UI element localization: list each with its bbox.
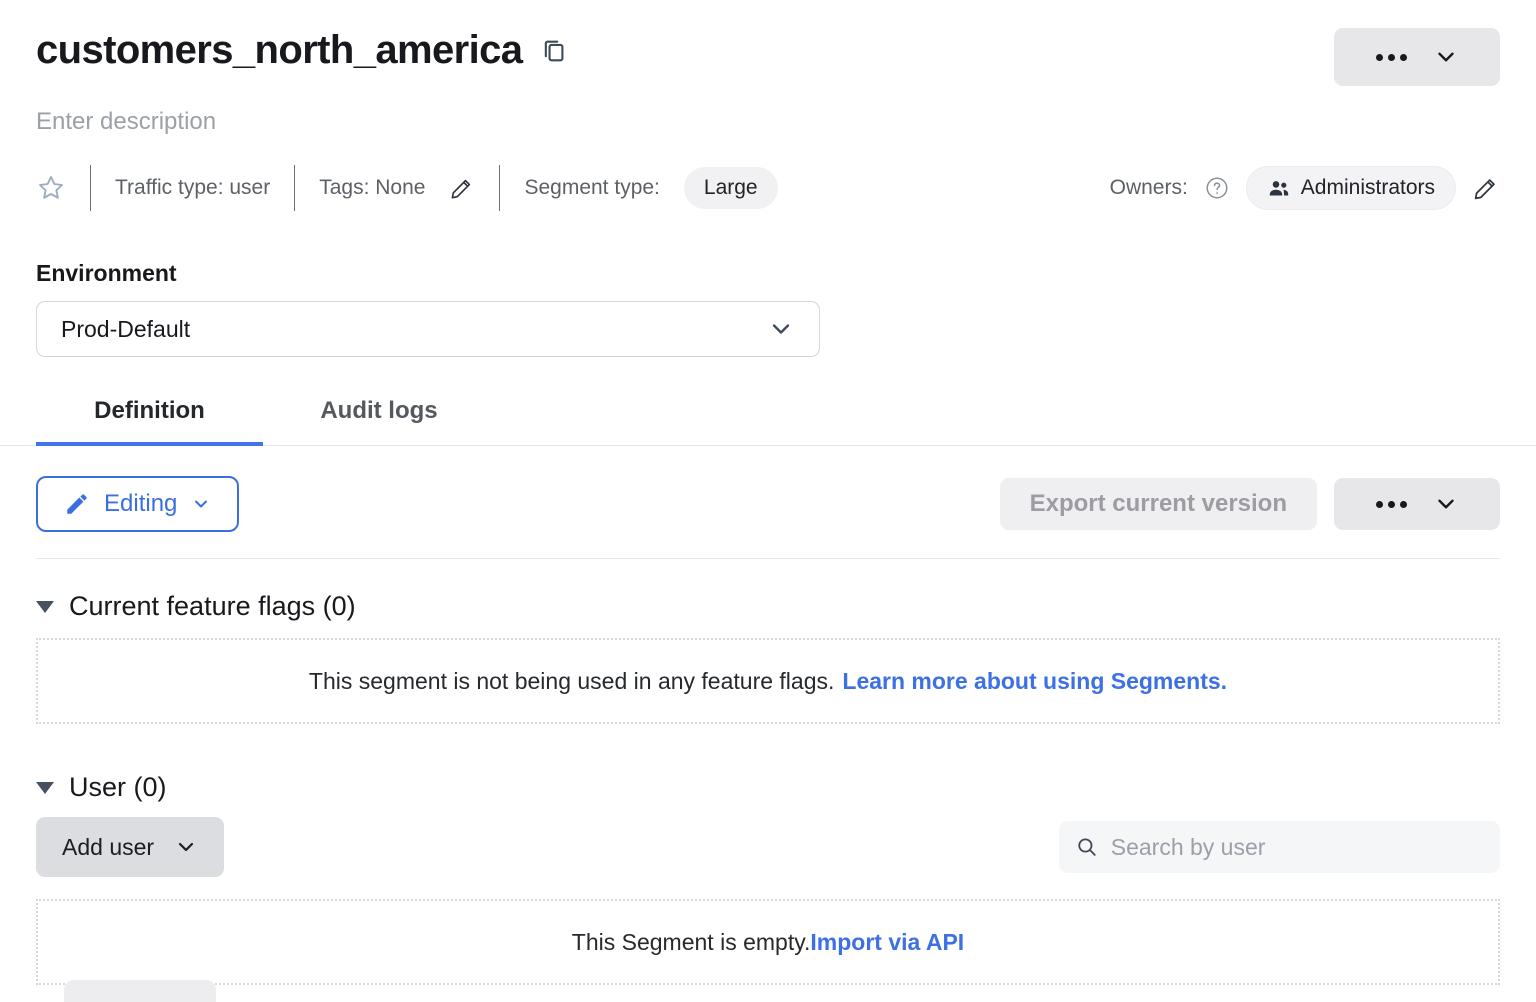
user-controls-row: Add user	[36, 817, 1500, 877]
ellipsis-icon	[1376, 501, 1407, 508]
divider	[36, 558, 1500, 559]
feature-flags-section-header[interactable]: Current feature flags (0)	[36, 591, 1500, 622]
divider	[90, 165, 91, 211]
tab-bar: Definition Audit logs	[0, 391, 1536, 446]
chevron-down-icon	[767, 315, 795, 343]
chevron-down-icon	[1433, 491, 1459, 517]
segment-type-label: Segment type:	[524, 176, 659, 200]
owners-value: Administrators	[1301, 176, 1435, 200]
environment-label: Environment	[36, 260, 1500, 287]
chevron-down-icon	[191, 494, 211, 514]
pencil-icon	[64, 491, 90, 517]
collapse-triangle-icon	[36, 782, 54, 794]
traffic-type-label: Traffic type: user	[115, 176, 270, 200]
segment-detail-page: customers_north_america Enter descriptio…	[0, 0, 1536, 1002]
editing-mode-button[interactable]: Editing	[36, 476, 239, 532]
description-placeholder[interactable]: Enter description	[36, 108, 1500, 136]
definition-toolbar: Editing Export current version	[36, 476, 1500, 532]
divider	[499, 165, 500, 211]
segment-empty-state: This Segment is empty. Import via API	[36, 899, 1500, 985]
copy-name-icon[interactable]	[540, 37, 568, 65]
owners-label: Owners:	[1110, 176, 1188, 200]
edit-tags-pencil-icon[interactable]	[449, 175, 475, 201]
user-section-header[interactable]: User (0)	[36, 772, 1500, 803]
page-title: customers_north_america	[36, 28, 522, 73]
learn-more-segments-link[interactable]: Learn more about using Segments.	[842, 668, 1227, 695]
favorite-star-icon[interactable]	[36, 173, 66, 203]
edit-owners-pencil-icon[interactable]	[1472, 174, 1500, 202]
tab-definition[interactable]: Definition	[36, 391, 263, 445]
import-via-api-link[interactable]: Import via API	[810, 929, 964, 956]
header-more-menu-button[interactable]	[1334, 28, 1500, 86]
feature-flags-heading: Current feature flags (0)	[69, 591, 356, 622]
add-user-label: Add user	[62, 834, 154, 861]
tags-label: Tags: None	[319, 176, 425, 200]
feature-flags-empty-text: This segment is not being used in any fe…	[309, 668, 834, 695]
chevron-down-icon	[1433, 44, 1459, 70]
tab-audit-logs[interactable]: Audit logs	[263, 391, 495, 445]
meta-row: Traffic type: user Tags: None Segment ty…	[36, 162, 1500, 214]
collapse-triangle-icon	[36, 601, 54, 613]
page-header: customers_north_america	[36, 28, 1500, 86]
environment-select[interactable]: Prod-Default	[36, 301, 820, 357]
people-icon	[1267, 176, 1291, 200]
toolbar-more-menu-button[interactable]	[1334, 478, 1500, 530]
ellipsis-icon	[1376, 54, 1407, 61]
add-user-button[interactable]: Add user	[36, 817, 224, 877]
user-heading: User (0)	[69, 772, 167, 803]
segment-empty-text: This Segment is empty.	[572, 929, 811, 956]
owners-badge[interactable]: Administrators	[1246, 166, 1456, 210]
chevron-down-icon	[174, 835, 198, 859]
editing-label: Editing	[104, 490, 177, 518]
feature-flags-empty-state: This segment is not being used in any fe…	[36, 638, 1500, 724]
environment-selected-value: Prod-Default	[61, 316, 190, 343]
search-icon	[1075, 834, 1099, 860]
export-current-version-button[interactable]: Export current version	[1000, 478, 1317, 530]
owners-group: Owners: Administrators	[1110, 166, 1500, 210]
divider	[294, 165, 295, 211]
segment-type-badge: Large	[684, 167, 778, 209]
help-question-icon[interactable]	[1204, 175, 1230, 201]
user-search-box	[1059, 821, 1500, 873]
partial-cutoff-element	[64, 980, 216, 1002]
search-by-user-input[interactable]	[1111, 834, 1484, 861]
